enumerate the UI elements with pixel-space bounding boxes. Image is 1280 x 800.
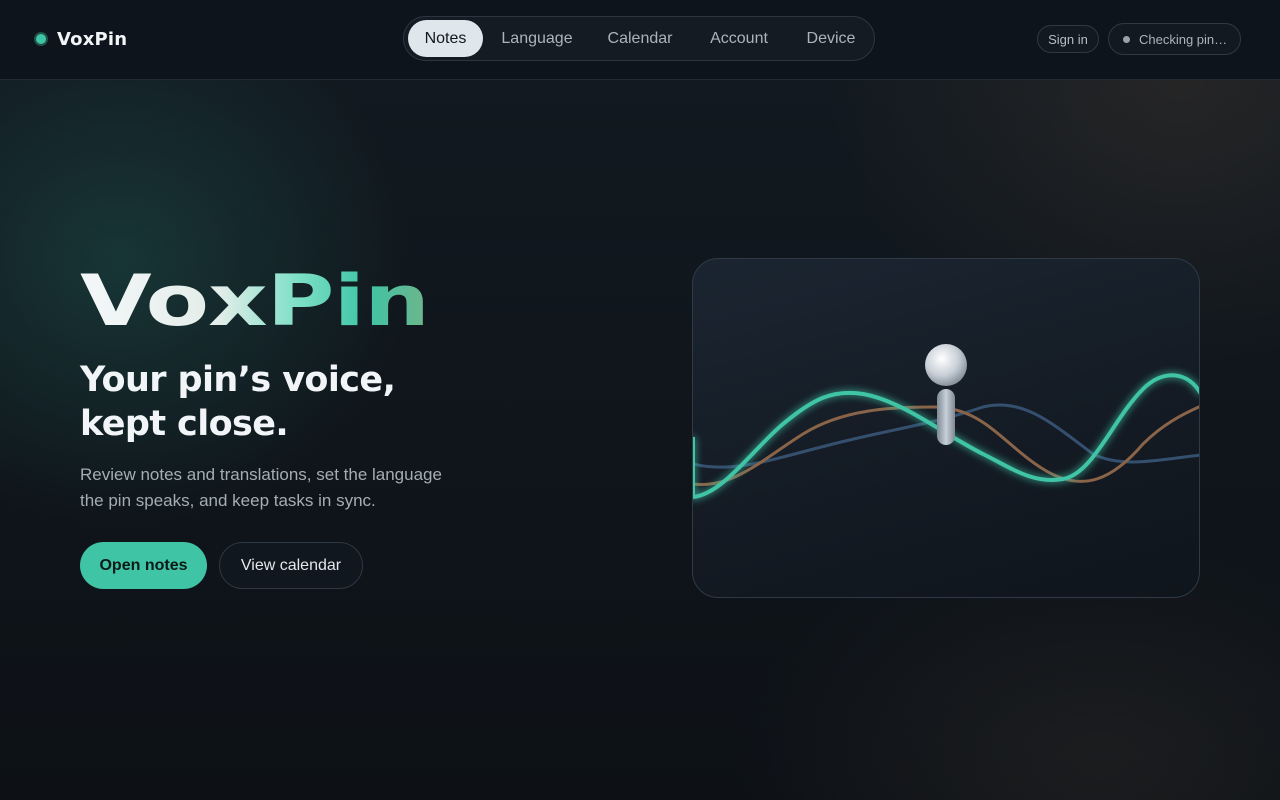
nav-item-language[interactable]: Language (483, 20, 591, 57)
pin-voice-illustration (692, 258, 1200, 598)
pin-status-text: Checking pin… (1139, 31, 1228, 47)
hero-description: Review notes and translations, set the l… (80, 462, 500, 514)
hero-subtitle-line: Your pin’s voice, (80, 360, 396, 400)
voice-waveform-icon (693, 344, 1199, 500)
nav-item-calendar[interactable]: Calendar (591, 20, 689, 57)
open-notes-button[interactable]: Open notes (80, 542, 207, 589)
hero-subtitle-line: kept close. (80, 404, 289, 444)
hero-title: VoxPin (80, 260, 430, 343)
hero-subtitle: Your pin’s voice, kept close. (80, 358, 560, 446)
nav-item-device[interactable]: Device (789, 20, 873, 57)
brand-logo[interactable]: VoxPin (36, 27, 127, 51)
nav-item-account[interactable]: Account (689, 20, 789, 57)
brand-name: VoxPin (57, 28, 128, 50)
sign-in-button[interactable]: Sign in (1037, 25, 1099, 53)
status-dot-icon (1123, 35, 1130, 43)
brand-dot-icon (36, 34, 46, 44)
hero-description-line: the pin speaks, and keep tasks in sync. (80, 491, 376, 510)
hero-description-line: Review notes and translations, set the l… (80, 465, 442, 484)
pin-device-icon (925, 344, 967, 445)
main-nav: Notes Language Calendar Account Device (403, 16, 875, 61)
view-calendar-button[interactable]: View calendar (219, 542, 363, 589)
pin-status-badge: Checking pin… (1108, 23, 1241, 55)
nav-item-notes[interactable]: Notes (408, 20, 483, 57)
top-header: VoxPin Notes Language Calendar Account D… (0, 0, 1280, 80)
